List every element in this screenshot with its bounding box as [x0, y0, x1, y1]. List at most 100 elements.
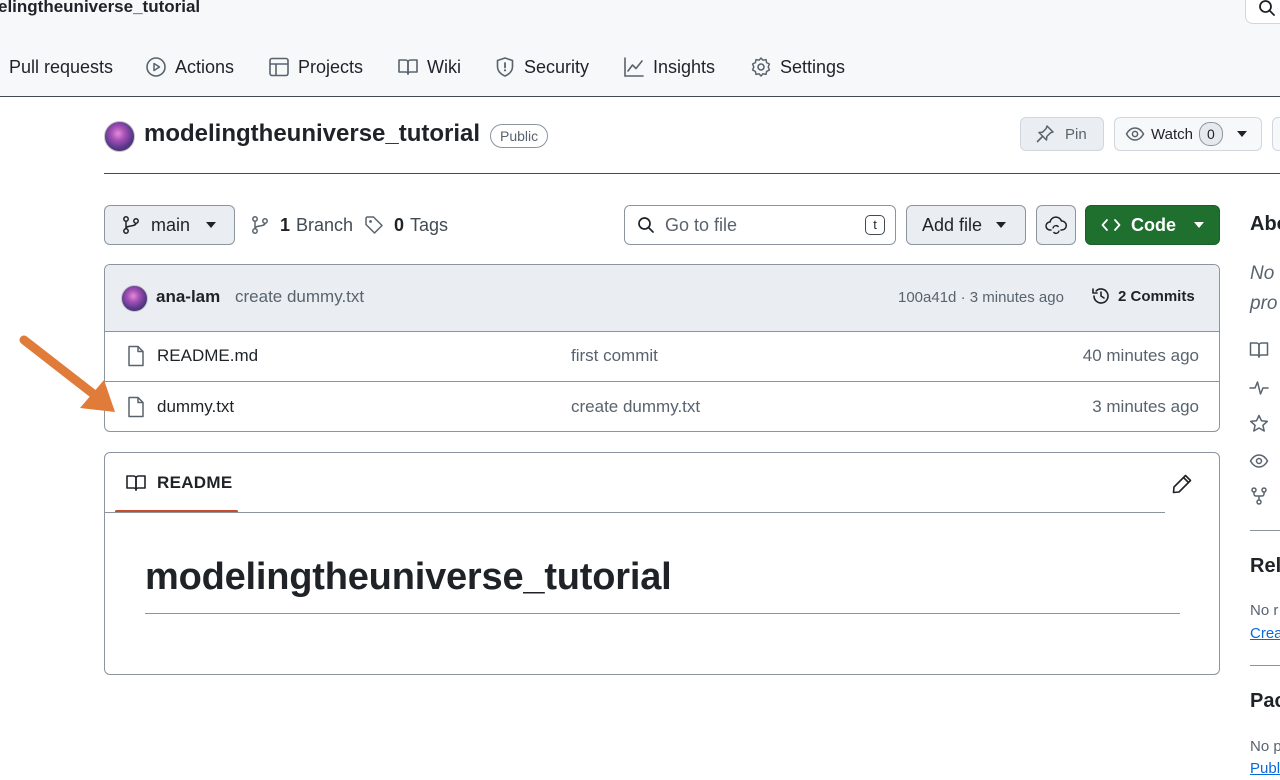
- shield-icon: [496, 57, 514, 77]
- repo-title[interactable]: modelingtheuniverse_tutorial: [144, 120, 480, 148]
- branches-link[interactable]: 1 Branch: [250, 205, 353, 245]
- file-name[interactable]: dummy.txt: [157, 382, 234, 431]
- file-name[interactable]: README.md: [157, 331, 258, 381]
- tab-label: Pull requests: [9, 56, 114, 77]
- owner-avatar[interactable]: [104, 121, 135, 152]
- publish-package-link[interactable]: Publ: [1250, 760, 1280, 777]
- book-icon: [398, 59, 418, 75]
- about-description-line2: pro: [1250, 293, 1278, 314]
- about-description: No: [1250, 263, 1275, 284]
- file-icon: [128, 396, 144, 418]
- file-row[interactable]: README.md first commit 40 minutes ago: [105, 331, 1219, 381]
- heading-rule: [145, 613, 1180, 614]
- pencil-icon[interactable]: [1171, 473, 1193, 495]
- watch-button[interactable]: Watch 0: [1114, 117, 1262, 151]
- tags-link[interactable]: 0 Tags: [364, 205, 448, 245]
- file-commit-time: 40 minutes ago: [1082, 346, 1199, 365]
- search-icon: [638, 217, 654, 233]
- book-icon: [126, 474, 146, 491]
- table-icon: [269, 57, 289, 77]
- commit-meta[interactable]: 100a41d · 3 minutes ago: [898, 289, 1064, 306]
- releases-heading[interactable]: Rel: [1250, 555, 1280, 578]
- packages-heading[interactable]: Pac: [1250, 690, 1280, 713]
- caret-down-icon: [1194, 222, 1204, 228]
- fork-button[interactable]: [1272, 117, 1280, 151]
- code-icon: [1101, 219, 1121, 231]
- repo-breadcrumb[interactable]: elingtheuniverse_tutorial: [0, 0, 200, 17]
- tab-security[interactable]: Security: [494, 50, 589, 84]
- add-file-button[interactable]: Add file: [906, 205, 1026, 245]
- packages-empty-text: No p: [1250, 738, 1280, 755]
- annotation-arrow: [19, 335, 115, 412]
- tag-count-label: Tags: [410, 214, 449, 235]
- tab-projects[interactable]: Projects: [268, 50, 363, 84]
- commit-message[interactable]: create dummy.txt: [235, 287, 364, 307]
- tag-icon: [365, 216, 383, 234]
- create-release-link[interactable]: Crea: [1250, 625, 1280, 642]
- file-commit-time: 3 minutes ago: [1092, 397, 1199, 416]
- divider: [1250, 665, 1280, 666]
- caret-down-icon: [206, 222, 217, 228]
- tab-label: Actions: [175, 56, 235, 77]
- play-circle-icon: [146, 57, 166, 77]
- readme-tab-label: README: [157, 472, 233, 492]
- tab-pull-requests[interactable]: Pull requests: [9, 50, 113, 84]
- branch-count: 1: [280, 214, 291, 235]
- codespace-button[interactable]: [1036, 205, 1076, 245]
- tab-settings[interactable]: Settings: [750, 50, 845, 84]
- go-to-file-placeholder: Go to file: [665, 214, 738, 235]
- gear-icon: [751, 57, 771, 77]
- commits-history-link[interactable]: 2 Commits: [1090, 285, 1195, 307]
- visibility-badge: Public: [490, 124, 549, 148]
- tab-label: Projects: [298, 56, 364, 77]
- pulse-icon[interactable]: [1249, 379, 1269, 397]
- branch-selector[interactable]: main: [104, 205, 235, 245]
- file-commit-message[interactable]: first commit: [571, 331, 658, 381]
- commit-author[interactable]: ana-lam: [156, 287, 220, 307]
- caret-down-icon: [1236, 131, 1247, 137]
- eye-icon: [1125, 127, 1145, 141]
- latest-commit-bar: ana-lam create dummy.txt 100a41d · 3 min…: [105, 265, 1219, 332]
- repo-header: elingtheuniverse_tutorial Pull requests …: [0, 0, 1280, 97]
- cloud-sync-icon: [1045, 216, 1067, 235]
- file-browser: ana-lam create dummy.txt 100a41d · 3 min…: [104, 264, 1220, 432]
- commit-author-avatar[interactable]: [121, 285, 148, 312]
- file-icon: [128, 345, 144, 367]
- readme-tab[interactable]: README: [115, 453, 239, 512]
- branch-count-label: Branch: [296, 214, 354, 235]
- eye-icon[interactable]: [1249, 452, 1269, 470]
- code-label: Code: [1131, 214, 1176, 235]
- pin-icon: [1036, 125, 1054, 143]
- fork-icon[interactable]: [1249, 486, 1269, 506]
- code-button[interactable]: Code: [1085, 205, 1220, 245]
- search-icon: [1259, 0, 1275, 16]
- graph-icon: [624, 57, 644, 77]
- tab-insights[interactable]: Insights: [623, 50, 715, 84]
- search-button[interactable]: [1245, 0, 1280, 24]
- tab-actions[interactable]: Actions: [145, 50, 234, 84]
- releases-empty-text: No r: [1250, 602, 1279, 619]
- pin-button[interactable]: Pin: [1020, 117, 1104, 151]
- star-icon[interactable]: [1249, 414, 1269, 433]
- divider: [105, 512, 1165, 513]
- about-heading: Abo: [1250, 213, 1280, 235]
- pin-label: Pin: [1065, 125, 1087, 143]
- caret-down-icon: [996, 222, 1007, 228]
- tab-label: Security: [524, 56, 590, 77]
- file-row[interactable]: dummy.txt create dummy.txt 3 minutes ago: [105, 381, 1219, 431]
- divider: [104, 173, 1280, 174]
- git-branch-icon: [252, 216, 268, 234]
- watch-label: Watch: [1151, 125, 1193, 143]
- keyboard-shortcut-hint: t: [865, 215, 885, 235]
- tab-wiki[interactable]: Wiki: [397, 50, 461, 84]
- file-commit-message[interactable]: create dummy.txt: [571, 382, 700, 431]
- readme-panel: README modelingtheuniverse_tutorial: [104, 452, 1220, 675]
- readme-heading: modelingtheuniverse_tutorial: [145, 556, 672, 598]
- watch-count: 0: [1198, 122, 1223, 146]
- divider: [1250, 530, 1280, 531]
- book-icon[interactable]: [1249, 341, 1269, 359]
- branch-name: main: [151, 214, 191, 235]
- add-file-label: Add file: [922, 214, 983, 235]
- go-to-file-input[interactable]: Go to file t: [624, 205, 896, 245]
- tab-label: Insights: [653, 56, 716, 77]
